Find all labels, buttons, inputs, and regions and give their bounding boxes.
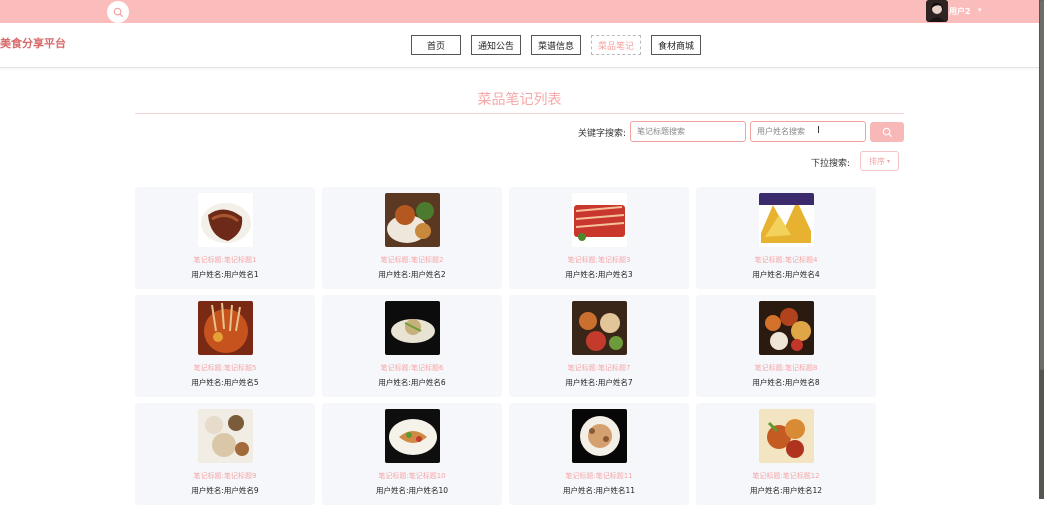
note-user: 用户姓名:用户姓名6 [378,378,446,387]
username[interactable]: 用户2 [949,6,971,17]
note-image[interactable] [198,409,253,463]
note-title[interactable]: 笔记标题:笔记标题2 [322,255,502,265]
sort-dropdown-value: 排序 [868,156,885,166]
note-card[interactable]: 笔记标题:笔记标题8 用户姓名:用户姓名8 [696,295,876,397]
note-user: 用户姓名:用户姓名3 [565,270,633,279]
keyword-search-label: 关键字搜索: [578,129,627,139]
note-image[interactable] [198,301,253,355]
note-title[interactable]: 笔记标题:笔记标题7 [509,363,689,373]
search-button[interactable] [870,122,904,142]
dropdown-search-label: 下拉搜索: [811,159,851,169]
note-user: 用户姓名:用户姓名5 [191,378,259,387]
nav-item-home[interactable]: 首页 [411,35,461,55]
note-title[interactable]: 笔记标题:笔记标题10 [322,471,502,481]
note-user: 用户姓名:用户姓名11 [562,486,636,495]
note-title[interactable]: 笔记标题:笔记标题5 [135,363,315,373]
top-bar: 用户2 ▾ [0,0,1039,23]
note-image[interactable] [385,301,440,355]
text-cursor-icon: I [817,125,820,136]
title-divider [135,113,904,114]
note-user: 用户姓名:用户姓名10 [375,486,449,495]
note-title[interactable]: 笔记标题:笔记标题9 [135,471,315,481]
note-title[interactable]: 笔记标题:笔记标题6 [322,363,502,373]
note-image[interactable] [759,193,814,247]
note-image[interactable] [759,409,814,463]
nav-item-notes[interactable]: 菜品笔记 [591,35,641,55]
note-card[interactable]: 笔记标题:笔记标题10 用户姓名:用户姓名10 [322,403,502,505]
chevron-down-icon[interactable]: ▾ [978,6,982,14]
nav-item-recipes[interactable]: 菜谱信息 [531,35,581,55]
search-icon[interactable] [107,1,129,23]
note-user: 用户姓名:用户姓名1 [191,270,259,279]
nav-item-notice[interactable]: 通知公告 [471,35,521,55]
chevron-down-icon: ▾ [886,157,890,165]
note-title[interactable]: 笔记标题:笔记标题1 [135,255,315,265]
page-title: 菜品笔记列表 [477,92,562,108]
note-card[interactable]: 笔记标题:笔记标题2 用户姓名:用户姓名2 [322,187,502,289]
note-card[interactable]: 笔记标题:笔记标题7 用户姓名:用户姓名7 [509,295,689,397]
note-image[interactable] [759,301,814,355]
note-user: 用户姓名:用户姓名9 [191,486,259,495]
note-image[interactable] [385,409,440,463]
nav-item-shop[interactable]: 食材商城 [651,35,701,55]
note-card[interactable]: 笔记标题:笔记标题1 用户姓名:用户姓名1 [135,187,315,289]
note-image[interactable] [572,409,627,463]
note-user: 用户姓名:用户姓名7 [565,378,633,387]
note-title[interactable]: 笔记标题:笔记标题12 [696,471,876,481]
note-card[interactable]: 笔记标题:笔记标题9 用户姓名:用户姓名9 [135,403,315,505]
search-icon [882,127,892,137]
note-card[interactable]: 笔记标题:笔记标题12 用户姓名:用户姓名12 [696,403,876,505]
note-card[interactable]: 笔记标题:笔记标题4 用户姓名:用户姓名4 [696,187,876,289]
note-image[interactable] [385,193,440,247]
avatar[interactable] [926,0,948,22]
note-title[interactable]: 笔记标题:笔记标题11 [509,471,689,481]
nav-bar: 美食分享平台 首页 通知公告 菜谱信息 菜品笔记 食材商城 [0,23,1039,68]
note-user: 用户姓名:用户姓名8 [752,378,820,387]
note-card[interactable]: 笔记标题:笔记标题5 用户姓名:用户姓名5 [135,295,315,397]
note-image[interactable] [572,301,627,355]
note-image[interactable] [198,193,253,247]
note-user: 用户姓名:用户姓名12 [749,486,823,495]
note-title[interactable]: 笔记标题:笔记标题4 [696,255,876,265]
scrollbar[interactable] [1040,0,1044,370]
note-card[interactable]: 笔记标题:笔记标题6 用户姓名:用户姓名6 [322,295,502,397]
sort-dropdown[interactable]: 排序 ▾ [860,151,899,171]
note-image[interactable] [572,193,627,247]
site-logo[interactable]: 美食分享平台 [0,35,66,51]
note-card[interactable]: 笔记标题:笔记标题3 用户姓名:用户姓名3 [509,187,689,289]
note-user: 用户姓名:用户姓名2 [378,270,446,279]
note-card[interactable]: 笔记标题:笔记标题11 用户姓名:用户姓名11 [509,403,689,505]
note-title-search-input[interactable]: 笔记标题搜索 [630,121,746,142]
note-user: 用户姓名:用户姓名4 [752,270,820,279]
note-title[interactable]: 笔记标题:笔记标题8 [696,363,876,373]
user-name-search-input[interactable]: 用户姓名搜索 [750,121,866,142]
note-title[interactable]: 笔记标题:笔记标题3 [509,255,689,265]
